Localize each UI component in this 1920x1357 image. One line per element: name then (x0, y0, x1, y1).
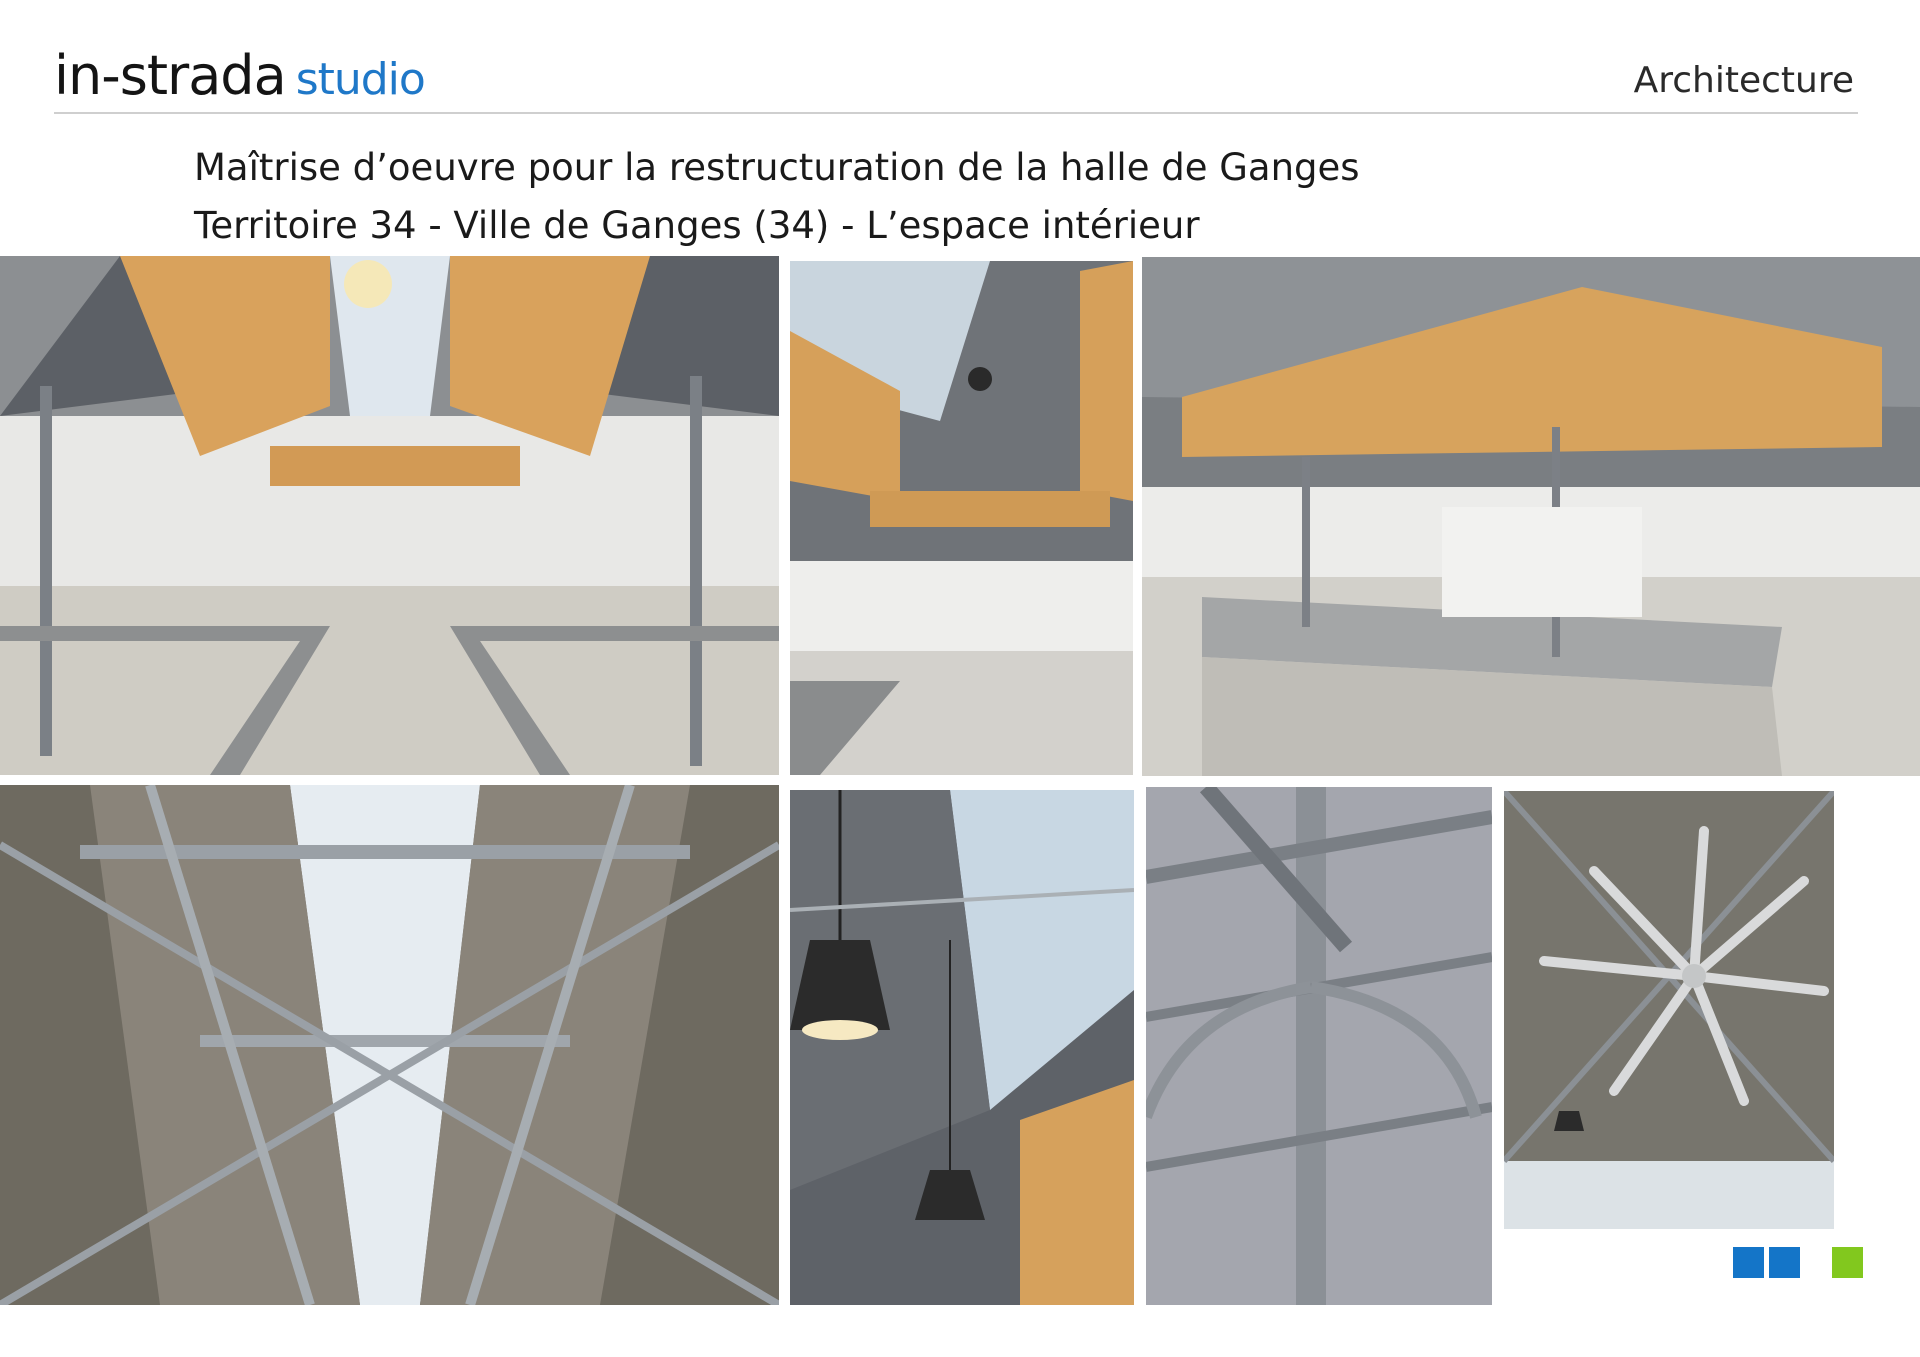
blue-square-1 (1733, 1247, 1764, 1278)
photo-structure-detail (1146, 787, 1492, 1305)
section-label: Architecture (1633, 60, 1854, 101)
photo-ceiling-fan (1504, 791, 1834, 1229)
project-subtitle: Territoire 34 - Ville de Ganges (34) - L… (194, 204, 1200, 247)
header-divider (54, 112, 1858, 114)
blue-square-2 (1769, 1247, 1800, 1278)
logo-suffix: studio (295, 54, 426, 105)
photo-interior-platform (1142, 257, 1920, 776)
project-title: Maîtrise d’oeuvre pour la restructuratio… (194, 146, 1360, 189)
studio-logo: in-strada studio (54, 44, 426, 112)
photo-interior-wide (0, 256, 779, 775)
logo-brand: in-strada (54, 44, 287, 107)
photo-interior-canopy (790, 261, 1133, 775)
photo-roof-truss (0, 785, 779, 1305)
green-square (1832, 1247, 1863, 1278)
photo-pendant-lamps (790, 790, 1134, 1305)
